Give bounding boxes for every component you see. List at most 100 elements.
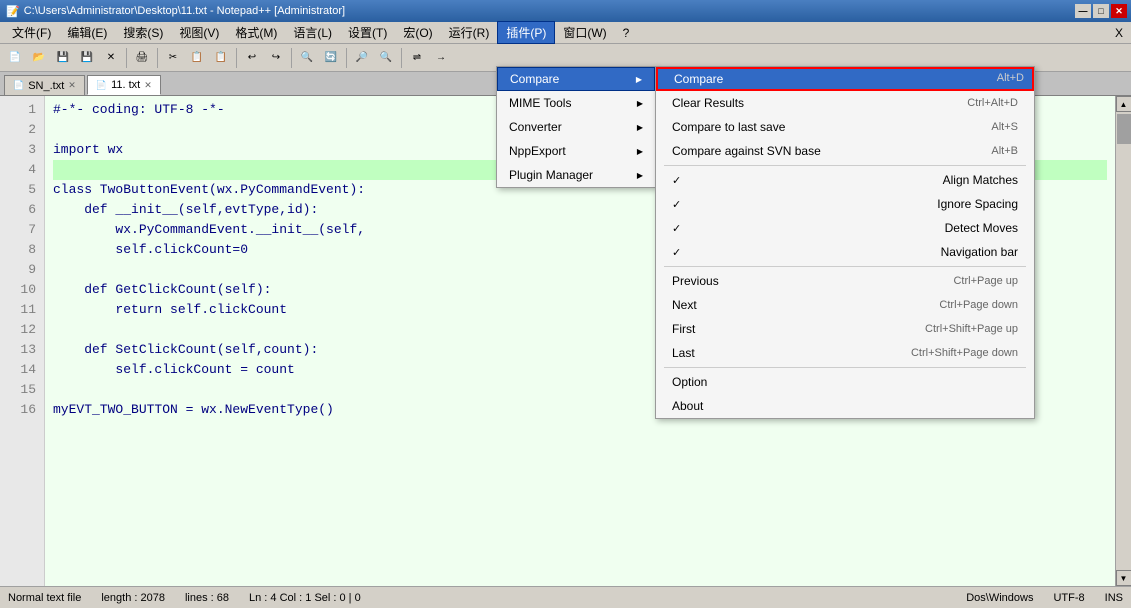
tb-redo[interactable]: ↪	[265, 47, 287, 69]
window-title: C:\Users\Administrator\Desktop\11.txt - …	[24, 5, 345, 17]
tab-close-sn[interactable]: ✕	[68, 80, 76, 91]
toolbar-sep-4	[291, 48, 292, 68]
vertical-scrollbar[interactable]: ▲ ▼	[1115, 96, 1131, 586]
compare-ignore-spacing[interactable]: ✓ Ignore Spacing	[656, 192, 1034, 216]
tb-replace[interactable]: 🔄	[320, 47, 342, 69]
compare-previous[interactable]: Previous Ctrl+Page up	[656, 269, 1034, 293]
line-num-14: 14	[0, 360, 44, 380]
app-icon: 📝	[6, 5, 20, 18]
plugin-mime-label: MIME Tools	[509, 96, 571, 110]
tb-wrap[interactable]: ⇌	[406, 47, 428, 69]
tab-label-11: 11. txt	[111, 79, 140, 91]
tab-icon-11: 📄	[96, 80, 107, 91]
status-position: Ln : 4 Col : 1 Sel : 0 | 0	[249, 592, 361, 604]
tab-11-txt[interactable]: 📄 11. txt ✕	[87, 75, 161, 95]
compare-first[interactable]: First Ctrl+Shift+Page up	[656, 317, 1034, 341]
compare-about[interactable]: About	[656, 394, 1034, 418]
compare-next[interactable]: Next Ctrl+Page down	[656, 293, 1034, 317]
line-num-4: 4	[0, 160, 44, 180]
tb-open[interactable]: 📂	[28, 47, 50, 69]
tab-label-sn: SN_.txt	[28, 80, 64, 92]
plugin-nppexport-label: NppExport	[509, 144, 566, 158]
menu-window[interactable]: 窗口(W)	[555, 22, 614, 43]
menu-view[interactable]: 视图(V)	[171, 22, 227, 43]
detect-moves-label: Detect Moves	[945, 221, 1018, 235]
plugin-menu-plugin-manager[interactable]: Plugin Manager ▶	[497, 163, 655, 187]
compare-div-3	[664, 367, 1026, 368]
tb-paste[interactable]: 📋	[210, 47, 232, 69]
about-label: About	[672, 399, 703, 413]
clear-results-shortcut: Ctrl+Alt+D	[967, 97, 1018, 109]
tab-close-11[interactable]: ✕	[144, 80, 152, 91]
plugin-manager-label: Plugin Manager	[509, 168, 593, 182]
compare-top-shortcut: Alt+D	[989, 69, 1032, 89]
menu-search[interactable]: 搜索(S)	[115, 22, 171, 43]
scroll-thumb[interactable]	[1117, 114, 1131, 144]
tb-save[interactable]: 💾	[52, 47, 74, 69]
manager-submenu-arrow: ▶	[637, 171, 643, 180]
compare-svn[interactable]: Compare against SVN base Alt+B	[656, 139, 1034, 163]
compare-align-matches[interactable]: ✓ Align Matches	[656, 168, 1034, 192]
line-num-7: 7	[0, 220, 44, 240]
menu-file[interactable]: 文件(F)	[4, 22, 59, 43]
scroll-up-button[interactable]: ▲	[1116, 96, 1131, 112]
tb-new[interactable]: 📄	[4, 47, 26, 69]
compare-submenu-arrow: ▶	[636, 75, 642, 84]
ignore-spacing-label: Ignore Spacing	[937, 197, 1018, 211]
tb-copy[interactable]: 📋	[186, 47, 208, 69]
tb-close[interactable]: ✕	[100, 47, 122, 69]
menu-settings[interactable]: 设置(T)	[340, 22, 395, 43]
last-shortcut: Ctrl+Shift+Page down	[911, 347, 1018, 359]
clear-results-label: Clear Results	[672, 96, 744, 110]
menu-run[interactable]: 运行(R)	[441, 22, 498, 43]
last-save-label: Compare to last save	[672, 120, 785, 134]
compare-last-save[interactable]: Compare to last save Alt+S	[656, 115, 1034, 139]
line-num-12: 12	[0, 320, 44, 340]
menu-format[interactable]: 格式(M)	[227, 22, 285, 43]
tb-indent[interactable]: →	[430, 47, 452, 69]
line-num-8: 8	[0, 240, 44, 260]
tb-print[interactable]: 🖨	[131, 47, 153, 69]
menu-language[interactable]: 语言(L)	[285, 22, 340, 43]
tb-cut[interactable]: ✂	[162, 47, 184, 69]
maximize-button[interactable]: □	[1093, 4, 1109, 18]
menu-help[interactable]: ?	[615, 24, 638, 42]
compare-last[interactable]: Last Ctrl+Shift+Page down	[656, 341, 1034, 365]
menu-macro[interactable]: 宏(O)	[395, 22, 440, 43]
tb-undo[interactable]: ↩	[241, 47, 263, 69]
plugin-menu-nppexport[interactable]: NppExport ▶	[497, 139, 655, 163]
close-button[interactable]: ✕	[1111, 4, 1127, 18]
compare-top-row[interactable]: Compare Alt+D	[656, 67, 1034, 91]
nav-checkmark: ✓	[672, 246, 681, 259]
status-lines: lines : 68	[185, 592, 229, 604]
tb-save-all[interactable]: 💾	[76, 47, 98, 69]
plugin-converter-label: Converter	[509, 120, 562, 134]
previous-label: Previous	[672, 274, 719, 288]
tb-find[interactable]: 🔍	[296, 47, 318, 69]
mime-submenu-arrow: ▶	[637, 99, 643, 108]
plugin-compare-label: Compare	[510, 72, 559, 86]
plugin-menu-mime-tools[interactable]: MIME Tools ▶	[497, 91, 655, 115]
menu-plugins[interactable]: 插件(P)	[497, 21, 555, 44]
next-label: Next	[672, 298, 697, 312]
compare-clear-results[interactable]: Clear Results Ctrl+Alt+D	[656, 91, 1034, 115]
scroll-down-button[interactable]: ▼	[1116, 570, 1131, 586]
minimize-button[interactable]: —	[1075, 4, 1091, 18]
tb-zoom-in[interactable]: 🔎	[351, 47, 373, 69]
line-num-6: 6	[0, 200, 44, 220]
compare-menu: Compare Alt+D Clear Results Ctrl+Alt+D C…	[655, 66, 1035, 419]
tb-zoom-out[interactable]: 🔍	[375, 47, 397, 69]
compare-div-2	[664, 266, 1026, 267]
compare-detect-moves[interactable]: ✓ Detect Moves	[656, 216, 1034, 240]
tab-sn-txt[interactable]: 📄 SN_.txt ✕	[4, 75, 85, 95]
compare-option[interactable]: Option	[656, 370, 1034, 394]
plugin-menu-compare[interactable]: Compare ▶	[497, 67, 655, 91]
svn-shortcut: Alt+B	[991, 145, 1018, 157]
plugin-menu-converter[interactable]: Converter ▶	[497, 115, 655, 139]
compare-nav-bar[interactable]: ✓ Navigation bar	[656, 240, 1034, 264]
detect-checkmark: ✓	[672, 222, 681, 235]
last-label: Last	[672, 346, 695, 360]
line-num-16: 16	[0, 400, 44, 420]
menu-edit[interactable]: 编辑(E)	[59, 22, 115, 43]
title-bar-buttons: — □ ✕	[1075, 4, 1127, 18]
